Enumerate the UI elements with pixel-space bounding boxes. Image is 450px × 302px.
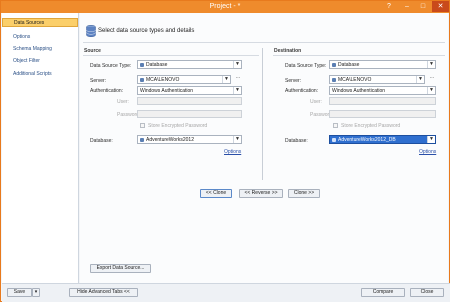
destination-store-password-label: Store Encrypted Password (341, 123, 401, 129)
database-icon (86, 25, 96, 37)
source-auth-label: Authentication: (90, 88, 124, 94)
source-store-password-label: Store Encrypted Password (148, 123, 208, 129)
sidebar: Data Sources Options Schema Mapping Obje… (2, 13, 79, 283)
sidebar-item-additional-scripts[interactable]: Additional Scripts (2, 70, 78, 79)
database-icon (140, 138, 144, 142)
chevron-down-icon: ▼ (416, 76, 424, 83)
destination-type-value: Database (338, 62, 360, 68)
sidebar-item-options[interactable]: Options (2, 33, 78, 42)
header-divider (83, 42, 445, 43)
compare-button[interactable]: Compare (361, 288, 405, 297)
chevron-down-icon: ▼ (222, 76, 230, 83)
bottom-bar: Save ▾ Hide Advanced Tabs << Compare Clo… (2, 283, 450, 302)
source-auth-value: Windows Authentication (140, 88, 194, 94)
source-server-browse-button[interactable]: ... (234, 75, 242, 83)
database-icon (140, 63, 144, 67)
destination-options-link[interactable]: Options (419, 149, 436, 155)
main-window: Project - * ? – □ ✕ Data Sources Options… (0, 0, 450, 302)
database-icon (332, 63, 336, 67)
destination-user-label: User: (310, 99, 322, 105)
database-icon (332, 138, 336, 142)
hide-advanced-tabs-button[interactable]: Hide Advanced Tabs << (69, 288, 138, 297)
source-user-field[interactable] (137, 97, 242, 105)
destination-type-label: Data Source Type: (285, 63, 327, 69)
source-server-value: MCA\LENOVO (146, 77, 180, 83)
chevron-down-icon: ▼ (427, 87, 435, 94)
destination-title: Destination (274, 48, 302, 54)
export-data-source-button[interactable]: Export Data Source... (90, 264, 151, 273)
destination-server-value: MCA\LENOVO (338, 77, 372, 83)
minimize-button[interactable]: – (399, 1, 415, 12)
chevron-down-icon: ▼ (427, 61, 435, 68)
clone-right-button[interactable]: Clone >> (288, 189, 320, 198)
chevron-down-icon: ▼ (233, 87, 241, 94)
destination-store-password-checkbox[interactable] (333, 123, 338, 128)
destination-type-select[interactable]: Database ▼ (329, 60, 436, 69)
source-store-password-checkbox[interactable] (140, 123, 145, 128)
server-icon (332, 78, 336, 82)
destination-auth-select[interactable]: Windows Authentication ▼ (329, 86, 436, 95)
source-server-label: Server: (90, 78, 107, 84)
source-server-select[interactable]: MCA\LENOVO ▼ (137, 75, 231, 84)
chevron-down-icon: ▼ (427, 136, 435, 143)
destination-auth-value: Windows Authentication (332, 88, 386, 94)
content-area (80, 13, 448, 283)
source-title: Source (84, 48, 101, 54)
source-password-field[interactable] (137, 110, 242, 118)
chevron-down-icon: ▼ (233, 61, 241, 68)
source-database-label: Database: (90, 138, 113, 144)
source-user-label: User: (117, 99, 129, 105)
destination-divider (273, 55, 445, 56)
source-type-select[interactable]: Database ▼ (137, 60, 242, 69)
chevron-down-icon: ▼ (233, 136, 241, 143)
save-dropdown-button[interactable]: ▾ (32, 288, 40, 297)
destination-password-field[interactable] (329, 110, 436, 118)
sidebar-item-object-filter[interactable]: Object Filter (2, 57, 78, 66)
destination-server-select[interactable]: MCA\LENOVO ▼ (329, 75, 425, 84)
destination-server-label: Server: (285, 78, 302, 84)
source-divider (83, 55, 259, 56)
sidebar-item-schema-mapping[interactable]: Schema Mapping (2, 45, 78, 54)
help-button[interactable]: ? (381, 1, 397, 12)
source-type-value: Database (146, 62, 168, 68)
clone-left-button[interactable]: << Clone (200, 189, 232, 198)
source-database-select[interactable]: AdventureWorks2012 ▼ (137, 135, 242, 144)
panel-separator (262, 48, 263, 180)
sidebar-item-data-sources[interactable]: Data Sources (2, 18, 78, 27)
destination-database-value: AdventureWorks2012_DB (338, 137, 396, 143)
maximize-button[interactable]: □ (415, 1, 431, 12)
reverse-button[interactable]: << Reverse >> (239, 189, 283, 198)
destination-auth-label: Authentication: (285, 88, 319, 94)
save-button[interactable]: Save (7, 288, 32, 297)
source-type-label: Data Source Type: (90, 63, 132, 69)
source-database-value: AdventureWorks2012 (146, 137, 194, 143)
destination-database-label: Database: (285, 138, 308, 144)
source-options-link[interactable]: Options (224, 149, 241, 155)
title-bar: Project - * ? – □ ✕ (1, 1, 449, 13)
destination-database-select[interactable]: AdventureWorks2012_DB ▼ (329, 135, 436, 144)
close-button[interactable]: Close (410, 288, 444, 297)
destination-server-browse-button[interactable]: ... (428, 75, 436, 83)
close-window-button[interactable]: ✕ (432, 1, 449, 12)
server-icon (140, 78, 144, 82)
destination-user-field[interactable] (329, 97, 436, 105)
page-header: Select data source types and details (98, 28, 195, 34)
source-auth-select[interactable]: Windows Authentication ▼ (137, 86, 242, 95)
